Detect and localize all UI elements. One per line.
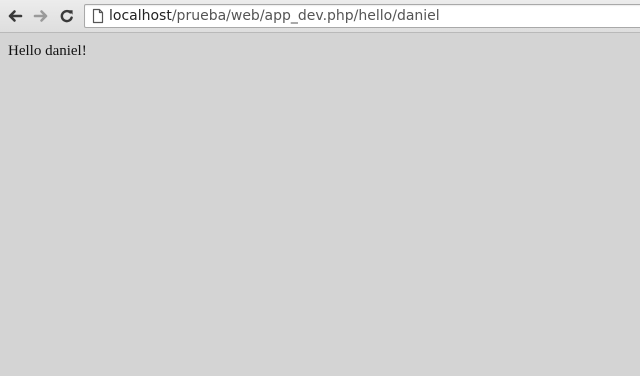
url-host: localhost [109,8,172,24]
reload-icon [60,9,73,23]
reload-button[interactable] [57,6,77,26]
page-content: Hello daniel! [0,33,640,376]
back-arrow-icon [8,10,23,22]
back-button[interactable] [5,6,25,26]
url-path: /prueba/web/app_dev.php/hello/daniel [171,8,440,24]
hello-message: Hello daniel! [8,43,87,59]
url-text[interactable]: localhost/prueba/web/app_dev.php/hello/d… [109,7,440,25]
browser-toolbar: localhost/prueba/web/app_dev.php/hello/d… [0,0,640,33]
page-icon [92,8,104,24]
forward-arrow-icon [33,10,48,22]
address-bar[interactable]: localhost/prueba/web/app_dev.php/hello/d… [84,4,640,28]
forward-button[interactable] [31,6,51,26]
